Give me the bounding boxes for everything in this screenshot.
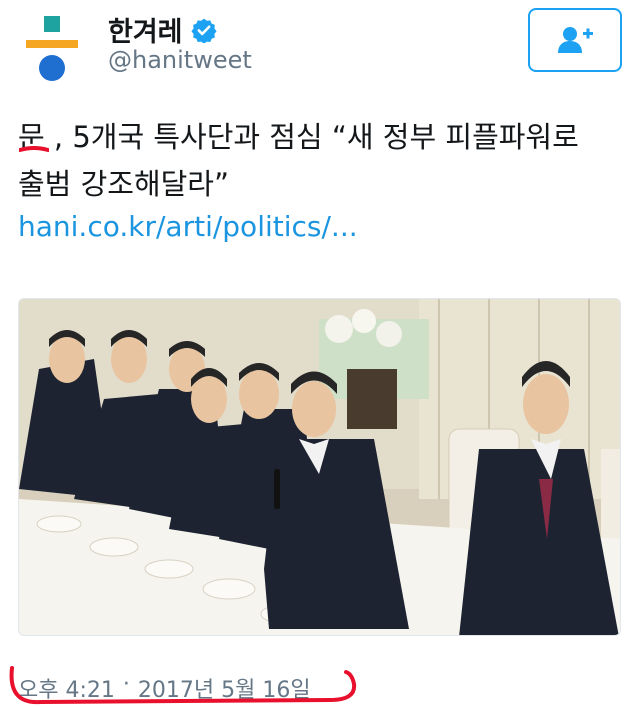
tweet-photo[interactable] xyxy=(18,298,621,636)
article-link[interactable]: hani.co.kr/arti/politics/... xyxy=(18,210,358,243)
tweet-text-line2: 출범 강조해달라” xyxy=(18,167,230,201)
press-photo-luncheon xyxy=(19,299,620,635)
tweet-text-line1-rest: , 5개국 특사단과 점심 “새 정부 피플파워로 xyxy=(53,120,579,154)
follow-button[interactable] xyxy=(528,8,622,72)
account-handle[interactable]: @hanitweet xyxy=(108,46,252,74)
red-circle-annotation xyxy=(9,666,357,705)
display-name[interactable]: 한겨레 xyxy=(108,10,183,49)
tweet-header: 한겨레 @hanitweet xyxy=(0,0,640,95)
verified-badge-icon xyxy=(190,18,217,43)
add-user-icon xyxy=(558,27,593,53)
red-underline-annotation xyxy=(19,146,49,152)
tweet-text-moon: 문 xyxy=(18,120,54,154)
tweet-text: 문 , 5개국 특사단과 점심 “새 정부 피플파워로 출범 강조해달라” xyxy=(18,114,618,208)
account-name-row[interactable]: 한겨레 xyxy=(108,10,217,49)
hani-logo-avatar[interactable] xyxy=(24,16,80,82)
